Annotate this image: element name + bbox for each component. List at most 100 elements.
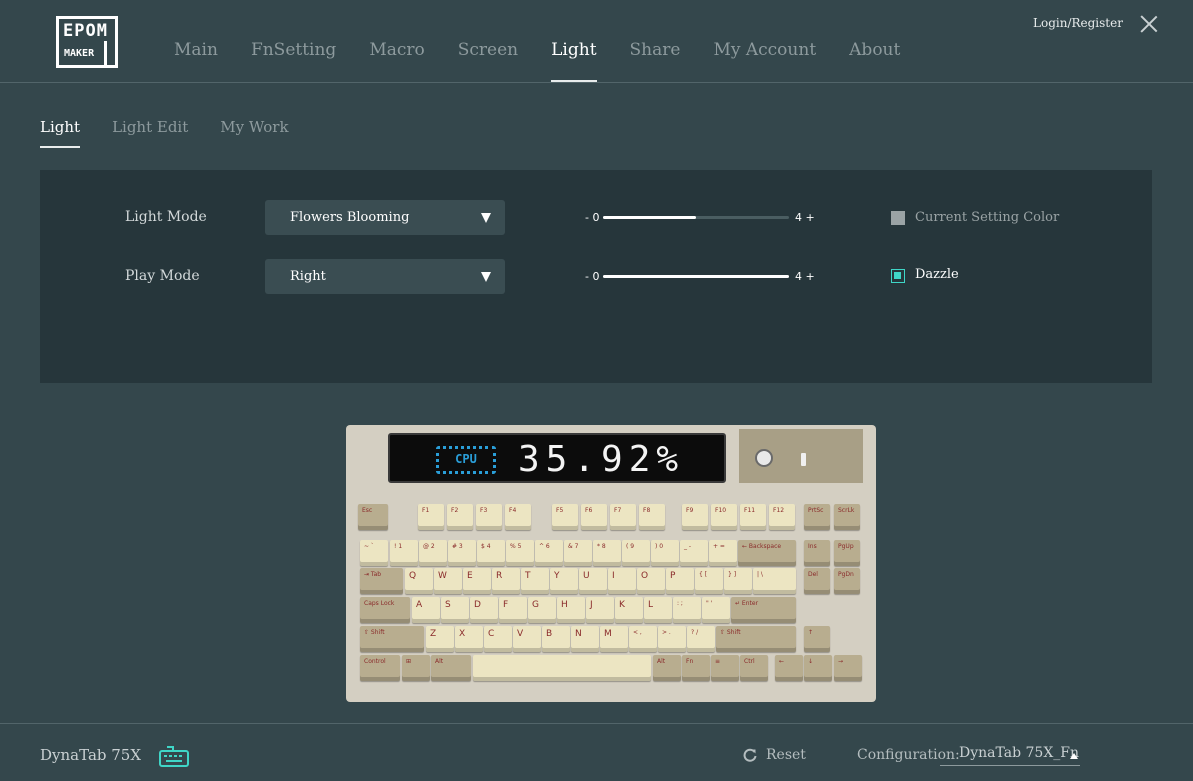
nav-share[interactable]: Share bbox=[630, 40, 681, 82]
key-r1-14[interactable]: Ins bbox=[804, 540, 830, 566]
key-r0-6[interactable]: F6 bbox=[581, 504, 607, 530]
key-r1-6[interactable]: ^ 6 bbox=[535, 540, 563, 566]
key-r1-15[interactable]: PgUp bbox=[834, 540, 860, 566]
key-r5-6[interactable]: ≡ bbox=[711, 655, 739, 681]
key-r0-2[interactable]: F2 bbox=[447, 504, 473, 530]
key-r3-5[interactable]: G bbox=[528, 597, 556, 623]
key-r0-0[interactable]: Esc bbox=[358, 504, 388, 530]
key-r1-8[interactable]: * 8 bbox=[593, 540, 621, 566]
key-r5-0[interactable]: Control bbox=[360, 655, 400, 681]
key-r3-8[interactable]: K bbox=[615, 597, 643, 623]
key-r2-12[interactable]: } ] bbox=[724, 568, 752, 594]
key-r4-11[interactable]: ⇧ Shift bbox=[716, 626, 796, 652]
key-r0-3[interactable]: F3 bbox=[476, 504, 502, 530]
key-r0-14[interactable]: ScrLk bbox=[834, 504, 860, 530]
key-r1-12[interactable]: + = bbox=[709, 540, 737, 566]
key-r3-12[interactable]: ↵ Enter bbox=[731, 597, 796, 623]
login-register-link[interactable]: Login/Register bbox=[1033, 16, 1123, 30]
key-r3-7[interactable]: J bbox=[586, 597, 614, 623]
key-r2-10[interactable]: P bbox=[666, 568, 694, 594]
key-r1-7[interactable]: & 7 bbox=[564, 540, 592, 566]
key-r5-10[interactable]: → bbox=[834, 655, 862, 681]
key-r1-10[interactable]: ) 0 bbox=[651, 540, 679, 566]
key-r3-6[interactable]: H bbox=[557, 597, 585, 623]
key-r0-8[interactable]: F8 bbox=[639, 504, 665, 530]
key-r4-9[interactable]: > . bbox=[658, 626, 686, 652]
subtab-light-edit[interactable]: Light Edit bbox=[112, 118, 188, 148]
key-r4-8[interactable]: < , bbox=[629, 626, 657, 652]
key-r3-10[interactable]: : ; bbox=[673, 597, 701, 623]
light-mode-slider-min[interactable]: - 0 bbox=[585, 211, 599, 224]
current-setting-color-checkbox[interactable] bbox=[891, 211, 905, 225]
key-r4-12[interactable]: ↑ bbox=[804, 626, 830, 652]
key-r2-4[interactable]: R bbox=[492, 568, 520, 594]
dazzle-checkbox[interactable] bbox=[891, 269, 905, 283]
key-r3-3[interactable]: D bbox=[470, 597, 498, 623]
key-r3-4[interactable]: F bbox=[499, 597, 527, 623]
key-r4-4[interactable]: V bbox=[513, 626, 541, 652]
key-r1-0[interactable]: ~ ` bbox=[360, 540, 388, 566]
configuration-select[interactable]: DynaTab 75X_Fn bbox=[940, 744, 1080, 766]
key-r1-4[interactable]: $ 4 bbox=[477, 540, 505, 566]
nav-main[interactable]: Main bbox=[174, 40, 218, 82]
key-r0-1[interactable]: F1 bbox=[418, 504, 444, 530]
key-r4-5[interactable]: B bbox=[542, 626, 570, 652]
key-r5-1[interactable]: ⊞ bbox=[402, 655, 430, 681]
play-mode-slider-min[interactable]: - 0 bbox=[585, 270, 599, 283]
nav-light[interactable]: Light bbox=[551, 40, 597, 82]
reset-button[interactable]: Reset bbox=[743, 747, 806, 763]
key-r1-1[interactable]: ! 1 bbox=[390, 540, 418, 566]
nav-screen[interactable]: Screen bbox=[458, 40, 518, 82]
close-icon[interactable] bbox=[1140, 15, 1158, 33]
key-r2-0[interactable]: ⇥ Tab bbox=[360, 568, 403, 594]
key-r0-7[interactable]: F7 bbox=[610, 504, 636, 530]
key-r2-13[interactable]: | \ bbox=[753, 568, 796, 594]
key-r2-9[interactable]: O bbox=[637, 568, 665, 594]
key-r5-7[interactable]: Ctrl bbox=[740, 655, 768, 681]
key-r2-14[interactable]: Del bbox=[804, 568, 830, 594]
key-r5-4[interactable]: Alt bbox=[653, 655, 681, 681]
key-r0-12[interactable]: F12 bbox=[769, 504, 795, 530]
key-r1-9[interactable]: ( 9 bbox=[622, 540, 650, 566]
key-r0-9[interactable]: F9 bbox=[682, 504, 708, 530]
key-r4-7[interactable]: M bbox=[600, 626, 628, 652]
key-r3-2[interactable]: S bbox=[441, 597, 469, 623]
key-r1-11[interactable]: _ - bbox=[680, 540, 708, 566]
key-r0-10[interactable]: F10 bbox=[711, 504, 737, 530]
key-r0-4[interactable]: F4 bbox=[505, 504, 531, 530]
key-r3-11[interactable]: " ' bbox=[702, 597, 730, 623]
key-r3-0[interactable]: Caps Lock bbox=[360, 597, 410, 623]
key-r1-5[interactable]: % 5 bbox=[506, 540, 534, 566]
play-mode-slider-max[interactable]: 4 + bbox=[795, 270, 815, 283]
key-r4-6[interactable]: N bbox=[571, 626, 599, 652]
key-r1-13[interactable]: ← Backspace bbox=[738, 540, 796, 566]
key-r4-2[interactable]: X bbox=[455, 626, 483, 652]
key-r2-2[interactable]: W bbox=[434, 568, 462, 594]
subtab-light[interactable]: Light bbox=[40, 118, 81, 148]
key-r1-3[interactable]: # 3 bbox=[448, 540, 476, 566]
key-r2-7[interactable]: U bbox=[579, 568, 607, 594]
key-r2-6[interactable]: Y bbox=[550, 568, 578, 594]
key-r5-5[interactable]: Fn bbox=[682, 655, 710, 681]
key-r0-13[interactable]: PrtSc bbox=[804, 504, 830, 530]
light-mode-slider-max[interactable]: 4 + bbox=[795, 211, 815, 224]
key-r4-10[interactable]: ? / bbox=[687, 626, 715, 652]
key-r2-11[interactable]: { [ bbox=[695, 568, 723, 594]
light-mode-select[interactable]: Flowers Blooming bbox=[265, 200, 505, 235]
key-r2-5[interactable]: T bbox=[521, 568, 549, 594]
play-mode-select[interactable]: Right bbox=[265, 259, 505, 294]
key-r2-8[interactable]: I bbox=[608, 568, 636, 594]
key-r5-3[interactable] bbox=[473, 655, 651, 681]
key-r2-15[interactable]: PgDn bbox=[834, 568, 860, 594]
nav-macro[interactable]: Macro bbox=[369, 40, 424, 82]
key-r5-8[interactable]: ← bbox=[775, 655, 803, 681]
key-r0-11[interactable]: F11 bbox=[740, 504, 766, 530]
key-r5-2[interactable]: Alt bbox=[431, 655, 471, 681]
key-r3-1[interactable]: A bbox=[412, 597, 440, 623]
nav-fnsetting[interactable]: FnSetting bbox=[251, 40, 336, 82]
subtab-my-work[interactable]: My Work bbox=[220, 118, 288, 148]
key-r1-2[interactable]: @ 2 bbox=[419, 540, 447, 566]
nav-my-account[interactable]: My Account bbox=[713, 40, 816, 82]
light-mode-slider[interactable] bbox=[603, 216, 789, 219]
nav-about[interactable]: About bbox=[849, 40, 900, 82]
